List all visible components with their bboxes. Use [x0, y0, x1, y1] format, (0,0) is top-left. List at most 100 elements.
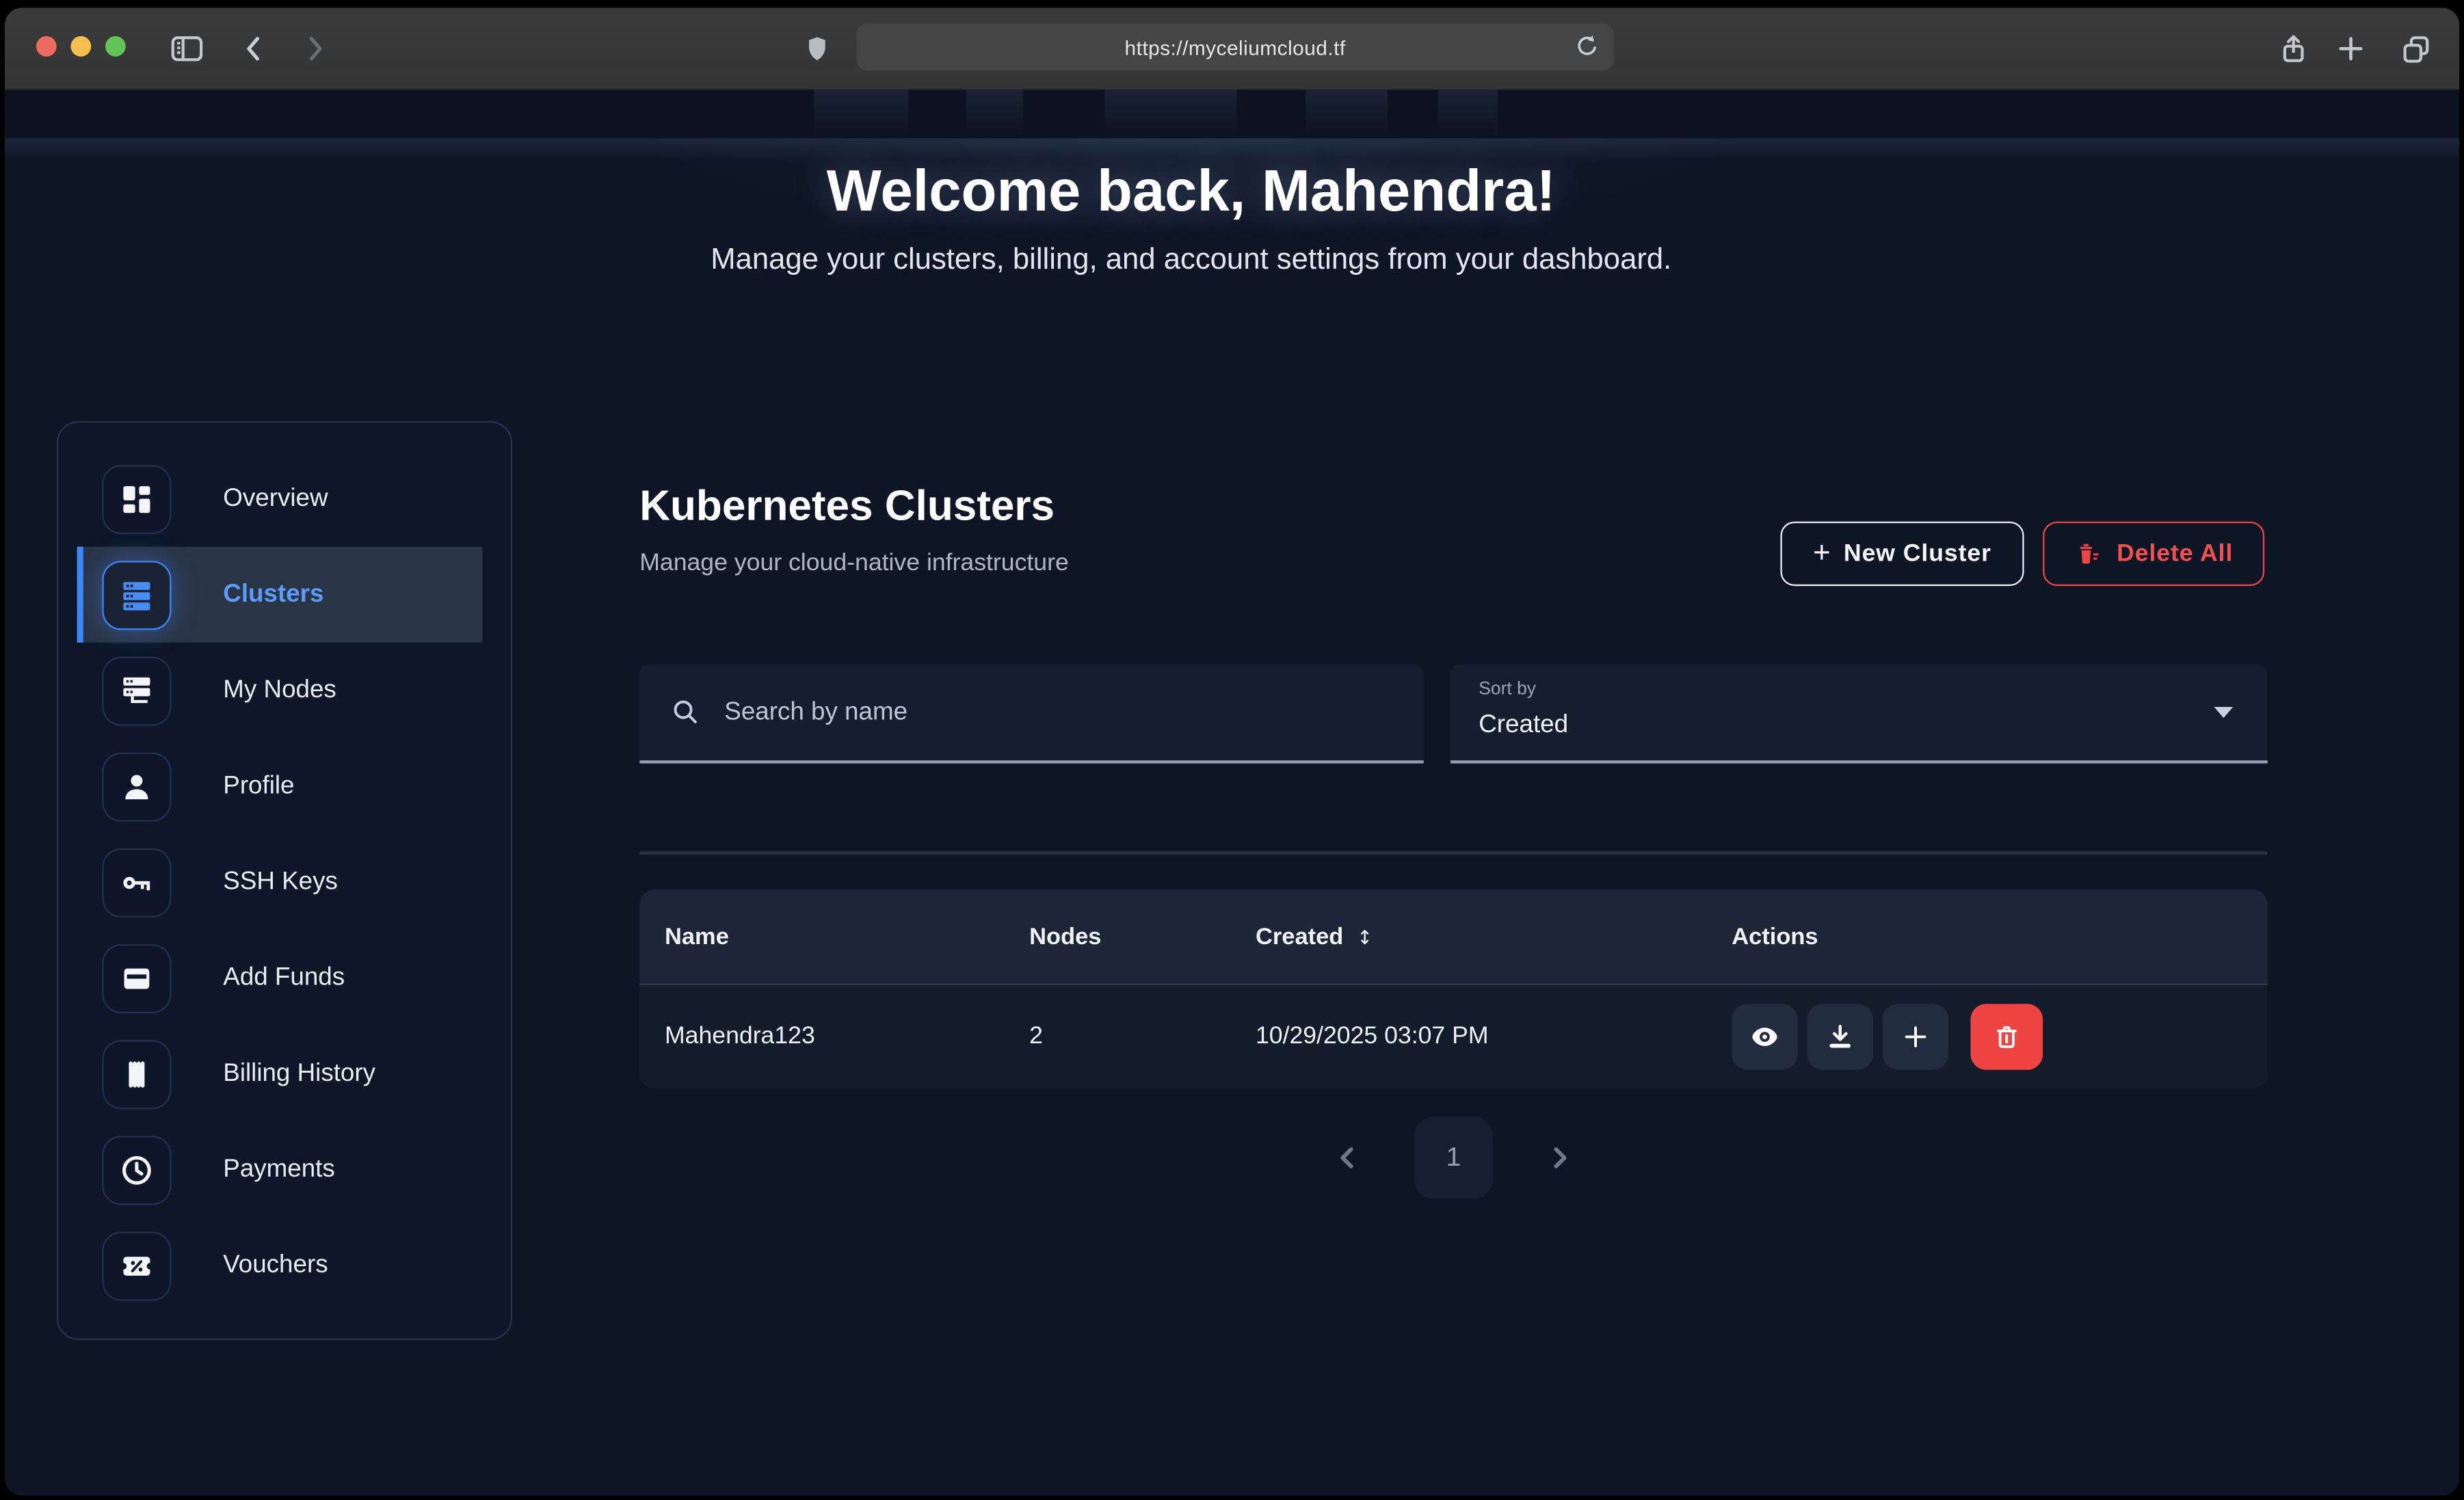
- sidebar-item-label: My Nodes: [223, 676, 336, 704]
- icon-tile: [102, 464, 171, 533]
- nodes-icon: [118, 671, 155, 709]
- sidebar-toggle-icon[interactable]: [167, 28, 208, 69]
- icon-tile: [102, 1135, 171, 1204]
- url-text: https://myceliumcloud.tf: [1124, 36, 1345, 59]
- cluster-actions-cell: [1732, 985, 2043, 1089]
- refresh-icon[interactable]: [1572, 31, 1602, 62]
- wallet-icon: [118, 959, 155, 997]
- sidebar-item-profile[interactable]: Profile: [77, 738, 483, 834]
- plus-icon: [1900, 1021, 1931, 1053]
- address-bar[interactable]: https://myceliumcloud.tf: [856, 23, 1614, 70]
- download-icon: [1825, 1021, 1856, 1053]
- column-header-created[interactable]: Created: [1256, 889, 1375, 984]
- sidebar-item-label: Billing History: [223, 1060, 375, 1088]
- delete-all-button[interactable]: Delete All: [2043, 522, 2264, 586]
- browser-toolbar: https://myceliumcloud.tf: [5, 8, 2459, 91]
- plus-icon: +: [1813, 537, 1831, 572]
- sort-select[interactable]: Sort by Created: [1450, 665, 2268, 764]
- chevron-down-icon: [2214, 707, 2234, 718]
- receipt-icon: [118, 1055, 155, 1093]
- sidebar-nav: Overview: [57, 421, 512, 1340]
- cluster-nodes-cell: 2: [1029, 985, 1043, 1089]
- light-streak: [1306, 90, 1387, 138]
- chevron-right-icon: [1545, 1144, 1573, 1172]
- sidebar-item-label: Profile: [223, 772, 294, 800]
- icon-tile: [102, 752, 171, 821]
- back-icon[interactable]: [234, 28, 275, 69]
- sidebar-item-label: Payments: [223, 1155, 334, 1183]
- new-cluster-label: New Cluster: [1844, 539, 1991, 567]
- sort-updown-icon: [1354, 924, 1375, 948]
- cluster-created-cell: 10/29/2025 03:07 PM: [1256, 985, 1489, 1089]
- cluster-name-cell: Mahendra123: [665, 985, 815, 1089]
- light-streak: [1438, 90, 1498, 138]
- icon-tile: [102, 943, 171, 1013]
- icon-tile: [102, 656, 171, 725]
- sidebar-item-label: Vouchers: [223, 1251, 328, 1279]
- shield-icon[interactable]: [797, 28, 838, 69]
- trash-sweep-icon: [2074, 539, 2104, 569]
- icon-tile: [102, 560, 171, 629]
- browser-window: https://myceliumcloud.tf: [5, 8, 2459, 1495]
- add-node-button[interactable]: [1883, 1004, 1949, 1070]
- delete-cluster-button[interactable]: [1970, 1004, 2043, 1070]
- search-icon: [671, 697, 701, 727]
- icon-tile: [102, 848, 171, 917]
- sidebar-item-billing-history[interactable]: Billing History: [77, 1026, 483, 1121]
- minimize-window-button[interactable]: [70, 36, 91, 57]
- sidebar-item-clusters[interactable]: Clusters: [77, 547, 483, 643]
- tab-overview-icon[interactable]: [2395, 28, 2436, 69]
- light-streak: [814, 90, 908, 138]
- icon-tile: [102, 1231, 171, 1300]
- next-page-button[interactable]: [1540, 1139, 1578, 1177]
- maximize-window-button[interactable]: [105, 36, 126, 57]
- column-header-actions: Actions: [1732, 889, 1818, 984]
- table-header: Name Nodes Created Actions: [639, 889, 2268, 984]
- dashboard-icon: [118, 480, 155, 518]
- light-streak: [1104, 90, 1236, 138]
- sort-label: Sort by: [1479, 680, 1536, 699]
- dashboard-page: Welcome back, Mahendra! Manage your clus…: [5, 90, 2459, 1496]
- person-icon: [118, 767, 155, 805]
- view-cluster-button[interactable]: [1732, 1004, 1798, 1070]
- sidebar-item-vouchers[interactable]: Vouchers: [77, 1218, 483, 1313]
- key-icon: [118, 863, 155, 901]
- download-kubeconfig-button[interactable]: [1807, 1004, 1874, 1070]
- close-window-button[interactable]: [36, 36, 57, 57]
- sidebar-item-label: Clusters: [223, 580, 323, 608]
- page-title: Kubernetes Clusters: [639, 482, 1055, 531]
- page-number-button[interactable]: 1: [1414, 1117, 1493, 1198]
- icon-tile: [102, 1039, 171, 1108]
- sidebar-item-label: Add Funds: [223, 964, 345, 992]
- new-tab-icon[interactable]: [2331, 28, 2372, 69]
- sidebar-item-payments[interactable]: Payments: [77, 1122, 483, 1218]
- section-divider: [639, 851, 2268, 855]
- column-header-name: Name: [665, 889, 729, 984]
- forward-icon[interactable]: [294, 28, 335, 69]
- delete-all-label: Delete All: [2117, 539, 2233, 567]
- search-field[interactable]: [639, 665, 1424, 764]
- sidebar-item-label: SSH Keys: [223, 868, 338, 896]
- clusters-table: Name Nodes Created Actions: [639, 889, 2268, 1089]
- search-input[interactable]: [721, 697, 1325, 728]
- share-icon[interactable]: [2273, 28, 2314, 69]
- new-cluster-button[interactable]: + New Cluster: [1780, 522, 2024, 586]
- servers-icon: [118, 576, 155, 613]
- pagination: 1: [639, 1111, 2268, 1205]
- sidebar-item-add-funds[interactable]: Add Funds: [77, 930, 483, 1026]
- sidebar-item-my-nodes[interactable]: My Nodes: [77, 643, 483, 738]
- sort-value: Created: [1479, 712, 1568, 740]
- sidebar-item-ssh-keys[interactable]: SSH Keys: [77, 834, 483, 930]
- page-subtitle: Manage your cloud-native infrastructure: [639, 550, 1069, 578]
- eye-icon: [1747, 1019, 1782, 1054]
- row-actions: [1732, 1004, 2043, 1070]
- ticket-percent-icon: [118, 1246, 155, 1284]
- sidebar-item-label: Overview: [223, 485, 328, 513]
- previous-page-button[interactable]: [1329, 1139, 1367, 1177]
- welcome-heading: Welcome back, Mahendra!: [827, 159, 1556, 225]
- clock-icon: [118, 1151, 155, 1188]
- chevron-left-icon: [1334, 1144, 1362, 1172]
- trash-icon: [1991, 1021, 2022, 1053]
- glow-divider: [5, 138, 2459, 160]
- sidebar-item-overview[interactable]: Overview: [77, 451, 483, 546]
